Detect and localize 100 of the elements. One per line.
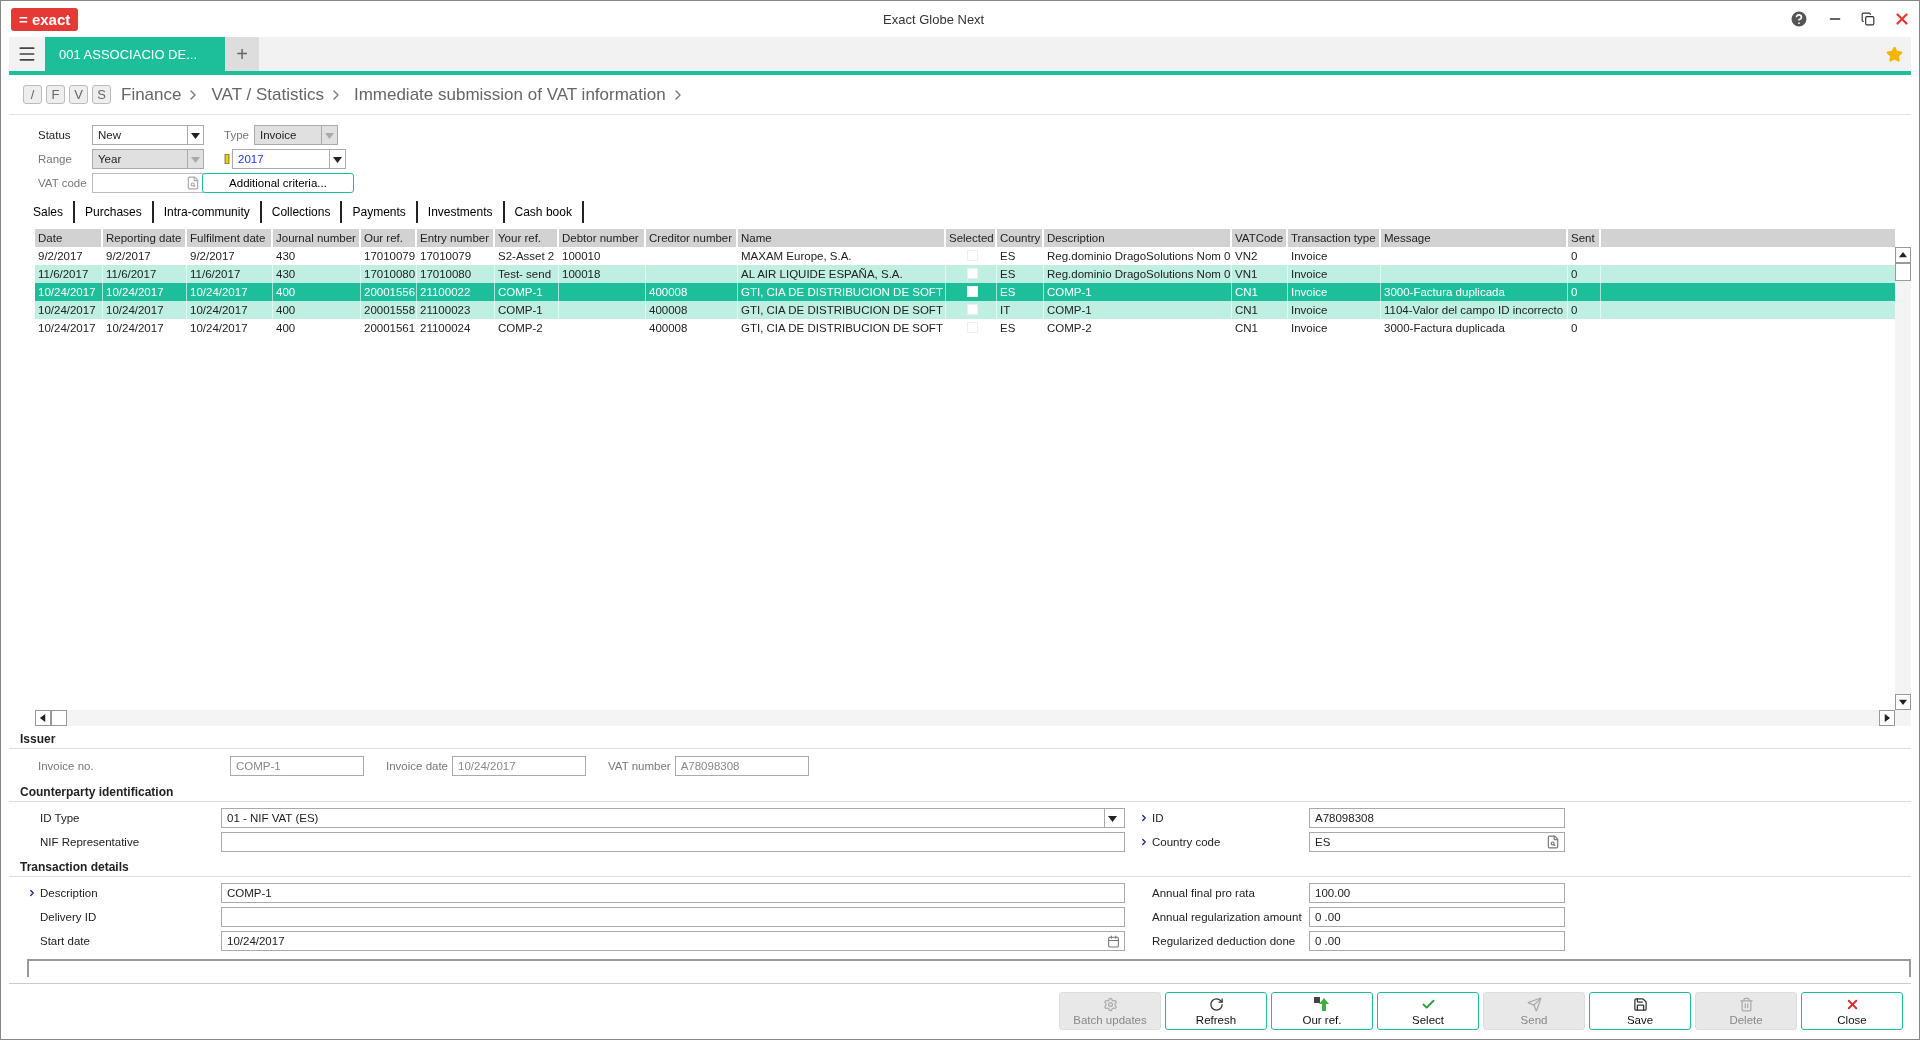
save-icon [1632, 996, 1648, 1012]
table-cell: 0 [1568, 319, 1601, 337]
marker-icon [224, 154, 230, 164]
new-tab-button[interactable]: + [225, 37, 259, 71]
action-button[interactable]: Our ref. [1271, 992, 1373, 1030]
expand-chevron-icon[interactable] [1139, 837, 1149, 847]
input-field[interactable]: 10/24/2017 [452, 756, 586, 776]
table-row[interactable]: 11/6/2017 11/6/2017 11/6/2017 430 17010080 17010080 Test- send 100018 AL AIR LIQUIDE ESPAÑA, S.A. ES Reg.dominio DragoSolutions Nom 0 VN1 Invoice 0 [35, 265, 1895, 283]
scroll-right-button[interactable] [1879, 710, 1895, 726]
checkbox[interactable] [967, 268, 978, 279]
column-header[interactable]: Our ref. [361, 229, 417, 247]
table-cell: COMP-2 [1044, 319, 1232, 337]
tab[interactable]: Intra-community [153, 201, 262, 223]
expand-chevron-icon[interactable] [1139, 813, 1149, 823]
tab[interactable]: Purchases [75, 201, 154, 223]
column-header[interactable]: VATCode [1232, 229, 1288, 247]
table-cell: 10/24/2017 [103, 319, 187, 337]
scroll-up-button[interactable] [1895, 247, 1911, 263]
tab[interactable]: Collections [261, 201, 343, 223]
column-header[interactable]: Description [1044, 229, 1232, 247]
column-header[interactable]: Message [1381, 229, 1568, 247]
input-field[interactable]: 100.00 [1309, 883, 1565, 903]
field-label: Delivery ID [40, 911, 97, 923]
table-cell: 400 [273, 319, 361, 337]
refresh-icon [1208, 996, 1224, 1012]
field-label: Invoice date [386, 760, 448, 772]
input-field[interactable]: A78098308 [1309, 808, 1565, 828]
column-header[interactable]: Name [738, 229, 946, 247]
checkbox[interactable] [967, 304, 978, 315]
scrollbar-thumb[interactable] [51, 710, 67, 726]
breadcrumb-link[interactable]: Immediate submission of VAT information [353, 84, 666, 105]
calendar-icon[interactable] [1107, 934, 1120, 948]
dropdown-arrow-icon [191, 154, 200, 164]
shortcut-key[interactable]: S [92, 85, 111, 104]
memo-field[interactable] [27, 959, 1911, 977]
column-header[interactable]: Selected [946, 229, 997, 247]
table-cell: 21100024 [417, 319, 495, 337]
action-button[interactable]: Save [1589, 992, 1691, 1030]
column-header[interactable]: Date [35, 229, 103, 247]
shortcut-key[interactable]: V [69, 85, 88, 104]
additional-criteria-button[interactable]: Additional criteria... [202, 173, 354, 193]
breadcrumb-link[interactable]: Finance [121, 84, 182, 105]
column-header[interactable]: Your ref. [495, 229, 559, 247]
input-field[interactable]: 0 .00 [1309, 907, 1565, 927]
column-header[interactable]: Debtor number [559, 229, 646, 247]
tab[interactable]: Cash book [504, 201, 584, 223]
shortcut-key[interactable]: / [23, 85, 42, 104]
lookup-icon[interactable] [186, 176, 200, 190]
dropdown-field[interactable]: New [92, 125, 204, 145]
dropdown-arrow-icon [1899, 698, 1907, 706]
input-field[interactable]: ES [1309, 832, 1565, 852]
input-field[interactable]: COMP-1 [230, 756, 364, 776]
input-field[interactable] [221, 907, 1125, 927]
input-field[interactable] [221, 832, 1125, 852]
tab[interactable]: Payments [342, 201, 418, 223]
column-header[interactable]: Country [997, 229, 1044, 247]
input-field[interactable]: COMP-1 [221, 883, 1125, 903]
scroll-down-button[interactable] [1895, 694, 1911, 710]
window-title: Exact Globe Next [882, 11, 986, 27]
tab[interactable]: Investments [417, 201, 505, 223]
expand-chevron-icon[interactable] [27, 888, 37, 898]
table-cell: 400008 [646, 319, 738, 337]
restore-icon[interactable] [1861, 12, 1875, 26]
gear-icon [1102, 996, 1118, 1012]
dropdown-arrow-icon [191, 130, 200, 140]
field-label: Type [224, 129, 250, 141]
send-icon [1526, 996, 1542, 1012]
table-cell: 20001561 [361, 319, 417, 337]
scroll-left-button[interactable] [35, 710, 51, 726]
dropdown-field[interactable]: 2017 [232, 149, 346, 169]
table-cell: COMP-2 [495, 319, 559, 337]
close-icon[interactable] [1893, 10, 1911, 28]
shortcut-key[interactable]: F [46, 85, 65, 104]
action-button[interactable]: Select [1377, 992, 1479, 1030]
section-title: Counterparty identification [9, 779, 1911, 802]
column-header[interactable]: Creditor number [646, 229, 738, 247]
column-header[interactable]: Fulfilment date [187, 229, 273, 247]
column-header[interactable]: Reporting date [103, 229, 187, 247]
column-header[interactable]: Journal number [273, 229, 361, 247]
tab[interactable]: Sales [23, 201, 76, 223]
action-button[interactable]: Close [1801, 992, 1903, 1030]
lookup-field[interactable] [92, 173, 204, 193]
column-header[interactable]: Entry number [417, 229, 495, 247]
date-field[interactable]: 10/24/2017 [221, 931, 1125, 951]
column-header[interactable]: Sent [1568, 229, 1601, 247]
star-icon [1886, 45, 1903, 63]
dropdown-field[interactable]: 01 - NIF VAT (ES) [221, 808, 1125, 828]
column-header[interactable]: Transaction type [1288, 229, 1381, 247]
lookup-icon[interactable] [1546, 835, 1560, 849]
help-icon[interactable] [1789, 9, 1809, 29]
action-button[interactable]: Refresh [1165, 992, 1267, 1030]
trash-icon [1738, 996, 1754, 1012]
breadcrumb-link[interactable]: VAT / Statistics [211, 84, 324, 105]
field-label: Range [38, 153, 73, 165]
input-field[interactable]: A78098308 [674, 756, 809, 776]
field-label: VAT number [608, 760, 671, 772]
input-field[interactable]: 0 .00 [1309, 931, 1565, 951]
table-row[interactable]: 10/24/2017 10/24/2017 10/24/2017 400 20001558 21100023 COMP-1 400008 GTI, CIA DE DISTRIBUCION DE SOFT IT COMP-1 CN1 Invoice 1104-Valor del campo ID incorrecto 0 [35, 301, 1895, 319]
scrollbar-thumb[interactable] [1895, 263, 1911, 281]
checkbox[interactable] [967, 286, 978, 297]
